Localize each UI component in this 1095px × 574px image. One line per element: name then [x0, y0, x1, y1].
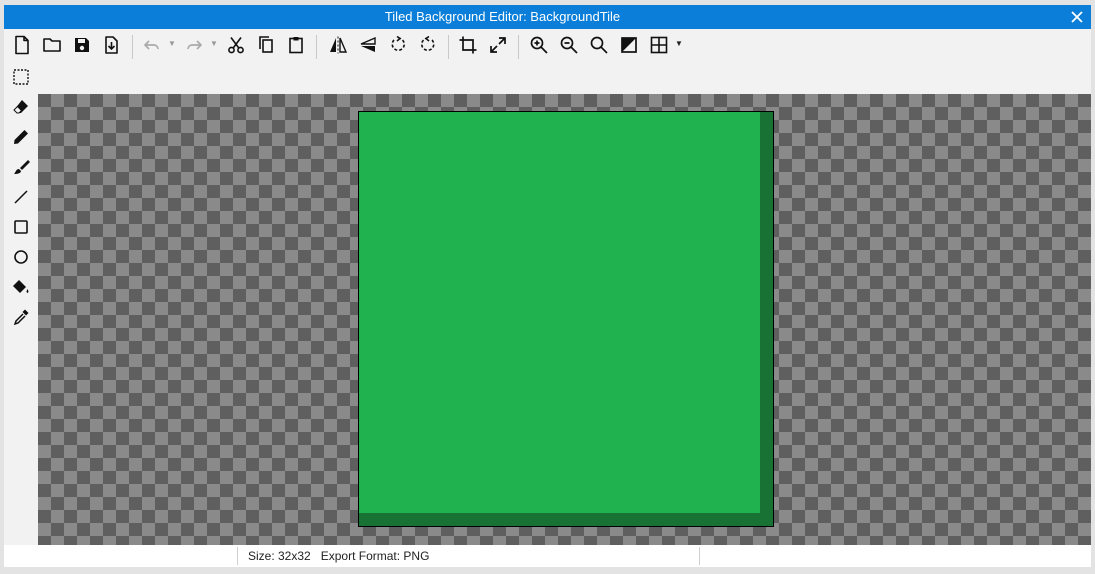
close-icon — [1071, 11, 1083, 23]
status-divider — [237, 547, 238, 565]
ellipse-tool[interactable] — [9, 245, 33, 269]
resize-icon — [490, 37, 506, 53]
pencil-icon — [14, 130, 28, 144]
undo-history-dropdown[interactable]: ▼ — [168, 37, 176, 51]
copy-button[interactable] — [254, 33, 278, 57]
flip-vertical-button[interactable] — [356, 33, 380, 57]
line-icon — [14, 190, 28, 204]
ellipse-icon — [14, 250, 28, 264]
brush-icon — [14, 160, 30, 174]
status-bar: Size: 32x32 Export Format: PNG — [4, 545, 1091, 567]
cut-icon — [228, 37, 244, 54]
fill-bucket-icon — [13, 280, 29, 293]
flip-horizontal-button[interactable] — [326, 33, 350, 57]
undo-icon — [144, 40, 159, 50]
flip-horizontal-icon — [330, 36, 348, 54]
zoom-out-button[interactable] — [557, 33, 581, 57]
save-button[interactable] — [70, 33, 94, 57]
toolbar-separator — [518, 35, 519, 59]
new-file-button[interactable] — [10, 33, 34, 57]
rotate-clockwise-button[interactable] — [416, 33, 440, 57]
window-title: Tiled Background Editor: BackgroundTile — [384, 9, 621, 24]
undo-button[interactable] — [140, 33, 164, 57]
grid-button[interactable] — [647, 33, 671, 57]
copy-icon — [259, 36, 273, 53]
fill-tool[interactable] — [9, 275, 33, 299]
toolbar-separator — [132, 35, 133, 59]
status-export-format: Export Format: PNG — [320, 549, 430, 563]
zoom-out-icon — [560, 36, 578, 54]
pencil-tool[interactable] — [9, 125, 33, 149]
toolbar-separator — [316, 35, 317, 59]
resize-button[interactable] — [486, 33, 510, 57]
status-divider — [699, 547, 700, 565]
transparency-toggle-button[interactable] — [617, 33, 641, 57]
rectangle-tool[interactable] — [9, 215, 33, 239]
editor-window: Tiled Background Editor: BackgroundTile … — [4, 5, 1091, 567]
paste-icon — [289, 37, 303, 54]
new-file-icon — [15, 35, 29, 55]
grid-options-dropdown[interactable]: ▼ — [675, 37, 683, 51]
main-toolbar: ▼ ▼ ▼ — [4, 29, 1091, 61]
open-folder-icon — [43, 38, 61, 52]
zoom-reset-button[interactable] — [587, 33, 611, 57]
open-button[interactable] — [40, 33, 64, 57]
eraser-icon — [13, 100, 28, 114]
redo-button[interactable] — [182, 33, 206, 57]
rotate-counterclockwise-button[interactable] — [386, 33, 410, 57]
transparency-toggle-icon — [621, 37, 637, 53]
eraser-tool[interactable] — [9, 95, 33, 119]
color-picker-tool[interactable] — [9, 305, 33, 329]
rotate-clockwise-icon — [420, 35, 435, 52]
cut-button[interactable] — [224, 33, 248, 57]
tile-shade-bottom — [359, 513, 773, 526]
status-text: Size: 32x32 Export Format: PNG — [248, 545, 429, 567]
tool-palette — [4, 61, 38, 545]
status-size: Size: 32x32 — [248, 549, 311, 563]
editor-canvas[interactable] — [38, 94, 1091, 545]
background-tile[interactable] — [358, 111, 774, 527]
zoom-in-button[interactable] — [527, 33, 551, 57]
zoom-reset-icon — [590, 36, 608, 54]
export-icon — [105, 36, 118, 54]
export-button[interactable] — [100, 33, 124, 57]
rotate-counterclockwise-icon — [391, 35, 406, 52]
selection-tool[interactable] — [9, 65, 33, 89]
brush-tool[interactable] — [9, 155, 33, 179]
paste-button[interactable] — [284, 33, 308, 57]
flip-vertical-icon — [360, 36, 376, 52]
rectangle-icon — [14, 220, 28, 234]
color-picker-icon — [13, 309, 29, 326]
save-icon — [75, 38, 89, 52]
close-button[interactable] — [1067, 7, 1087, 27]
tile-shade-right — [760, 112, 773, 526]
zoom-in-icon — [530, 36, 548, 54]
redo-history-dropdown[interactable]: ▼ — [210, 37, 218, 51]
line-tool[interactable] — [9, 185, 33, 209]
tile-fill — [359, 112, 760, 513]
toolbar-separator — [448, 35, 449, 59]
redo-icon — [187, 40, 202, 50]
grid-icon — [650, 36, 668, 54]
selection-icon — [13, 69, 29, 85]
crop-button[interactable] — [456, 33, 480, 57]
crop-icon — [459, 36, 477, 54]
title-bar[interactable]: Tiled Background Editor: BackgroundTile — [4, 5, 1091, 29]
